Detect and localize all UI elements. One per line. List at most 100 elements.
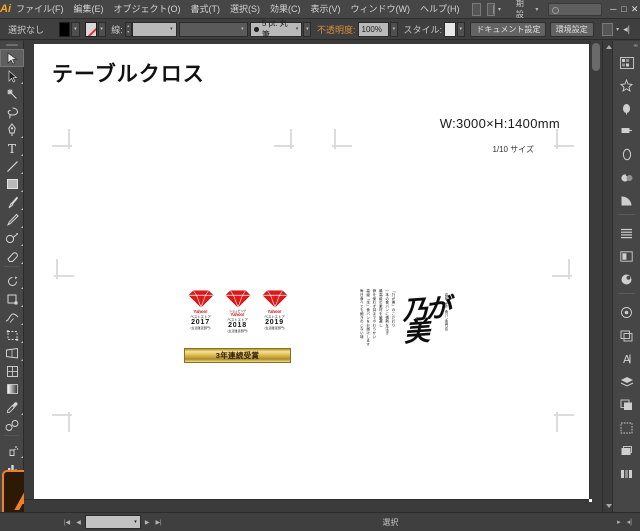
- screen-mode-chevron-down-icon[interactable]: ▾: [498, 6, 501, 13]
- menu-file[interactable]: ファイル(F): [11, 0, 69, 19]
- panel-color-guide[interactable]: [613, 74, 640, 97]
- artboard-navigation[interactable]: |◀ ◀: [62, 519, 83, 526]
- menu-window[interactable]: ウィンドウ(W): [346, 0, 416, 19]
- document-setup-button[interactable]: ドキュメント設定: [470, 21, 547, 37]
- artwork-group[interactable]: Yahoo! ベストストア 2017 (生活雑貨部門) ショッピング Yahoo…: [184, 289, 449, 379]
- opacity-input[interactable]: 100%: [357, 21, 389, 37]
- artboard-navigation-next[interactable]: ▶ ▶|: [143, 519, 164, 526]
- menu-help[interactable]: ヘルプ(H): [415, 0, 465, 19]
- fill-color-swatch[interactable]: [58, 21, 71, 37]
- menu-object[interactable]: オブジェクト(O): [109, 0, 186, 19]
- stroke-style-select[interactable]: ▾: [179, 21, 248, 37]
- opacity-chevron-down-icon[interactable]: ▾: [389, 21, 399, 37]
- panel-transform[interactable]: [613, 301, 640, 324]
- window-close-button[interactable]: ✕: [629, 2, 640, 17]
- tool-gradient[interactable]: [0, 380, 24, 398]
- preferences-button[interactable]: 環境設定: [549, 21, 594, 37]
- panel-swatches[interactable]: [613, 97, 640, 120]
- stroke-chevron-down-icon[interactable]: ▾: [97, 21, 106, 37]
- canvas-horizontal-scrollbar[interactable]: [24, 499, 589, 512]
- panel-stroke[interactable]: [613, 166, 640, 189]
- tool-lasso[interactable]: [0, 103, 24, 121]
- panel-artboards[interactable]: [613, 324, 640, 347]
- tool-direct-selection[interactable]: [0, 67, 24, 85]
- workspace-chevron-down-icon[interactable]: ▾: [535, 6, 538, 13]
- stroke-profile-extra-chevron-icon[interactable]: ▾: [303, 21, 312, 37]
- tool-type[interactable]: T: [0, 139, 24, 157]
- stroke-profile-select[interactable]: 5 pt. 丸筆 ▾: [250, 19, 303, 39]
- window-minimize-button[interactable]: ─: [608, 2, 619, 17]
- tool-rotate[interactable]: [0, 272, 24, 290]
- tool-line-segment[interactable]: [0, 157, 24, 175]
- graphic-style-swatch[interactable]: [444, 21, 456, 37]
- panel-document-info[interactable]: [613, 439, 640, 462]
- menu-select[interactable]: 選択(S): [225, 0, 265, 19]
- tool-pen[interactable]: [0, 121, 24, 139]
- tool-paintbrush[interactable]: [0, 193, 24, 211]
- tool-eyedropper[interactable]: [0, 398, 24, 416]
- panel-brushes[interactable]: [613, 120, 640, 143]
- dock-expand-button[interactable]: [613, 41, 640, 51]
- stroke-weight-stepper[interactable]: ▴ ▾: [124, 21, 132, 37]
- window-maximize-button[interactable]: □: [619, 2, 630, 17]
- search-input[interactable]: [548, 2, 602, 16]
- screen-mode-icon[interactable]: [486, 2, 495, 16]
- next-artboard-button[interactable]: ▶: [143, 519, 152, 526]
- status-menu-chevron-icon[interactable]: ▸: [617, 518, 621, 526]
- panel-color[interactable]: [613, 51, 640, 74]
- stroke-style-chevron-down-icon[interactable]: ▾: [237, 26, 244, 32]
- stroke-profile-chevron-down-icon[interactable]: ▾: [292, 26, 299, 32]
- panel-pathfinder[interactable]: [613, 245, 640, 268]
- tool-pencil[interactable]: [0, 211, 24, 229]
- previous-artboard-button[interactable]: ◀: [74, 519, 83, 526]
- first-artboard-button[interactable]: |◀: [62, 519, 72, 526]
- tool-blend[interactable]: [0, 416, 24, 434]
- control-bar-overflow-icon[interactable]: ◂|: [623, 24, 636, 35]
- canvas-area[interactable]: テーブルクロス W:3000×H:1400mm 1/10 サイズ Yahoo! …: [24, 41, 602, 512]
- dock-scroll-up-icon[interactable]: [606, 45, 612, 49]
- dock-scroll-down-icon[interactable]: [606, 504, 612, 508]
- panel-gradient[interactable]: [613, 189, 640, 212]
- tool-rectangle[interactable]: [0, 175, 24, 193]
- tool-shape-builder[interactable]: [0, 229, 24, 247]
- status-resize-grip-icon[interactable]: ◂|: [627, 518, 632, 526]
- tools-panel-grip[interactable]: [0, 41, 23, 49]
- zoom-chevron-down-icon[interactable]: ▾: [134, 519, 137, 525]
- tool-shape-perspective[interactable]: [0, 344, 24, 362]
- tool-scale[interactable]: [0, 290, 24, 308]
- tool-selection[interactable]: [0, 49, 24, 67]
- menu-view[interactable]: 表示(V): [306, 0, 346, 19]
- panel-character[interactable]: A: [613, 347, 640, 370]
- panel-layers[interactable]: [613, 370, 640, 393]
- canvas-vertical-scroll-thumb[interactable]: [592, 43, 600, 71]
- stroke-weight-chevron-down-icon[interactable]: ▾: [166, 26, 173, 32]
- last-artboard-button[interactable]: ▶|: [153, 519, 163, 526]
- zoom-level-input[interactable]: ▾: [84, 515, 141, 529]
- style-chevron-down-icon[interactable]: ▾: [456, 21, 465, 37]
- align-options-icon[interactable]: [602, 22, 614, 36]
- tool-width[interactable]: [0, 308, 24, 326]
- canvas-vertical-scrollbar[interactable]: [589, 41, 602, 499]
- panel-asset-export[interactable]: [613, 416, 640, 439]
- arrange-documents-icon[interactable]: [472, 2, 481, 16]
- panel-links[interactable]: [613, 393, 640, 416]
- tool-free-transform[interactable]: [0, 326, 24, 344]
- panel-appearance[interactable]: [613, 268, 640, 291]
- stroke-weight-input[interactable]: ▾: [131, 21, 177, 37]
- align-chevron-down-icon[interactable]: ▾: [616, 26, 619, 33]
- menu-edit[interactable]: 編集(E): [69, 0, 109, 19]
- panel-align[interactable]: [613, 222, 640, 245]
- tool-symbol-sprayer[interactable]: [0, 441, 24, 459]
- stroke-color-swatch[interactable]: [84, 21, 97, 37]
- artboard[interactable]: テーブルクロス W:3000×H:1400mm 1/10 サイズ Yahoo! …: [34, 44, 592, 502]
- tool-magic-wand[interactable]: [0, 85, 24, 103]
- menu-type[interactable]: 書式(T): [186, 0, 226, 19]
- tool-eraser[interactable]: [0, 247, 24, 265]
- crop-mark-mid-left-lower: [48, 259, 74, 285]
- menu-effect[interactable]: 効果(C): [265, 0, 306, 19]
- panel-libraries[interactable]: [613, 462, 640, 485]
- fill-chevron-down-icon[interactable]: ▾: [71, 21, 80, 37]
- panel-symbols[interactable]: [613, 143, 640, 166]
- dock-collapse-strip[interactable]: [603, 41, 613, 512]
- tool-mesh[interactable]: [0, 362, 24, 380]
